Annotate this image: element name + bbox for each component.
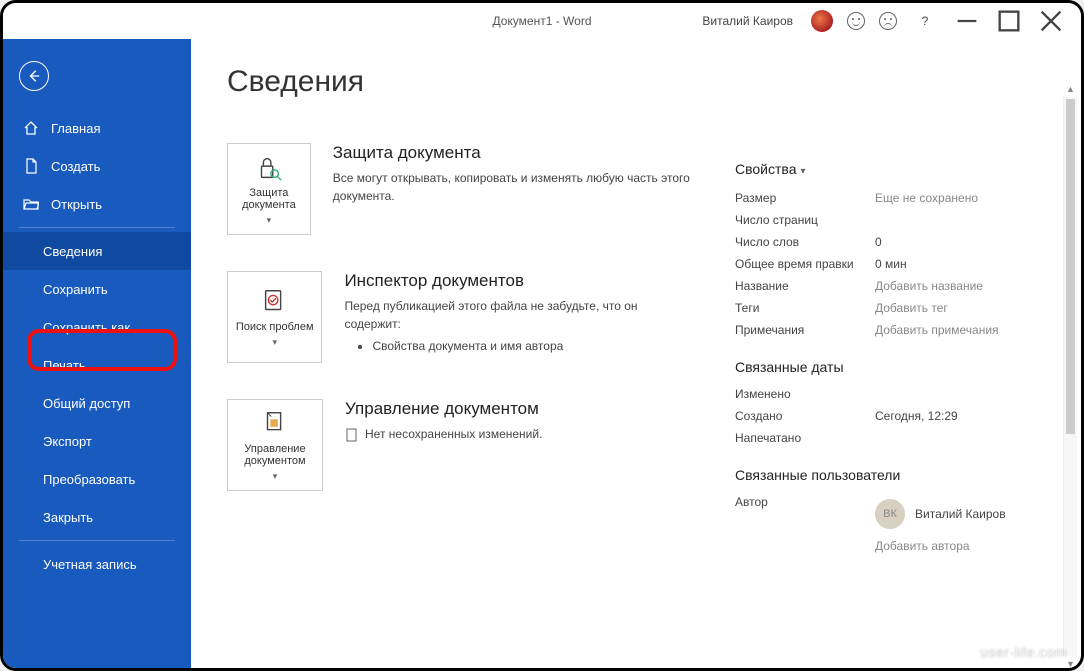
home-icon <box>23 120 39 136</box>
related-people-heading: Связанные пользователи <box>735 467 1045 483</box>
minimize-button[interactable] <box>953 9 981 33</box>
manage-document-tile[interactable]: Управление документом ▾ <box>227 399 323 491</box>
nav-close-label: Закрыть <box>43 510 93 525</box>
nav-save-label: Сохранить <box>43 282 108 297</box>
document-title: Документ1 - Word <box>492 14 591 28</box>
protect-heading: Защита документа <box>333 143 695 163</box>
nav-account-label: Учетная запись <box>43 557 137 572</box>
nav-separator <box>19 540 175 541</box>
help-button[interactable]: ? <box>911 9 939 33</box>
nav-print[interactable]: Печать <box>3 346 191 384</box>
lock-search-icon <box>254 153 284 183</box>
protect-tile-label: Защита документа <box>232 187 306 211</box>
properties-heading-label: Свойства <box>735 161 796 177</box>
manage-section: Управление документом ▾ Управление докум… <box>227 399 695 491</box>
chevron-down-icon: ▾ <box>272 337 277 348</box>
scroll-up-arrow[interactable]: ▲ <box>1064 81 1077 97</box>
nav-info[interactable]: Сведения <box>3 232 191 270</box>
prop-modified-key: Изменено <box>735 387 875 401</box>
protect-section: Защита документа ▾ Защита документа Все … <box>227 143 695 235</box>
prop-size-value: Еще не сохранено <box>875 191 978 205</box>
manage-doc-icon <box>260 409 290 439</box>
nav-close[interactable]: Закрыть <box>3 498 191 536</box>
nav-save-as[interactable]: Сохранить как <box>3 308 191 346</box>
protect-document-tile[interactable]: Защита документа ▾ <box>227 143 311 235</box>
nav-export-label: Экспорт <box>43 434 92 449</box>
prop-created-value: Сегодня, 12:29 <box>875 409 958 423</box>
author-avatar: ВК <box>875 499 905 529</box>
manage-text: Нет несохраненных изменений. <box>345 425 542 443</box>
prop-edittime-key: Общее время правки <box>735 257 875 271</box>
inspect-tile-label: Поиск проблем <box>236 321 314 333</box>
folder-open-icon <box>23 196 39 212</box>
document-icon <box>23 158 39 174</box>
prop-edittime-value: 0 мин <box>875 257 907 271</box>
inspect-text: Перед публикацией этого файла не забудьт… <box>344 297 695 333</box>
nav-save[interactable]: Сохранить <box>3 270 191 308</box>
vertical-scrollbar[interactable]: ▲ ▼ <box>1063 97 1077 656</box>
protect-text: Все могут открывать, копировать и изменя… <box>333 169 695 205</box>
smile-face-icon[interactable] <box>847 12 865 30</box>
chevron-down-icon: ▾ <box>800 166 805 177</box>
sad-face-icon[interactable] <box>879 12 897 30</box>
nav-transform[interactable]: Преобразовать <box>3 460 191 498</box>
nav-new[interactable]: Создать <box>3 147 191 185</box>
manage-heading: Управление документом <box>345 399 542 419</box>
properties-dropdown[interactable]: Свойства ▾ <box>735 161 1045 177</box>
nav-transform-label: Преобразовать <box>43 472 135 487</box>
prop-title-value[interactable]: Добавить название <box>875 279 983 293</box>
nav-open[interactable]: Открыть <box>3 185 191 223</box>
nav-separator <box>19 227 175 228</box>
author-row[interactable]: ВК Виталий Каиров <box>875 499 1006 529</box>
nav-new-label: Создать <box>51 159 100 174</box>
inspect-bullet: Свойства документа и имя автора <box>372 339 695 353</box>
scroll-thumb[interactable] <box>1066 99 1075 434</box>
add-author-link[interactable]: Добавить автора <box>875 539 1006 553</box>
back-button[interactable] <box>19 61 49 91</box>
page-title: Сведения <box>227 65 695 99</box>
inspect-section: Поиск проблем ▾ Инспектор документов Пер… <box>227 271 695 363</box>
document-small-icon <box>345 428 359 442</box>
inspect-icon <box>260 287 290 317</box>
prop-tags-value[interactable]: Добавить тег <box>875 301 948 315</box>
prop-comments-key: Примечания <box>735 323 875 337</box>
prop-author-key: Автор <box>735 495 875 509</box>
nav-share[interactable]: Общий доступ <box>3 384 191 422</box>
manage-tile-label: Управление документом <box>232 443 318 467</box>
content-area: Сведения Защита документа ▾ Защита докум… <box>191 39 1081 668</box>
maximize-button[interactable] <box>995 9 1023 33</box>
nav-share-label: Общий доступ <box>43 396 130 411</box>
nav-home[interactable]: Главная <box>3 109 191 147</box>
nav-print-label: Печать <box>43 358 86 373</box>
prop-pages-key: Число страниц <box>735 213 875 227</box>
user-name[interactable]: Виталий Каиров <box>702 14 793 28</box>
nav-home-label: Главная <box>51 121 100 136</box>
prop-created-key: Создано <box>735 409 875 423</box>
inspect-heading: Инспектор документов <box>344 271 695 291</box>
author-name: Виталий Каиров <box>915 507 1006 521</box>
prop-comments-value[interactable]: Добавить примечания <box>875 323 999 337</box>
nav-save-as-label: Сохранить как <box>43 320 130 335</box>
prop-size-key: Размер <box>735 191 875 205</box>
check-issues-tile[interactable]: Поиск проблем ▾ <box>227 271 322 363</box>
chevron-down-icon: ▾ <box>273 471 278 482</box>
watermark: user-life.com <box>980 644 1067 660</box>
nav-export[interactable]: Экспорт <box>3 422 191 460</box>
close-button[interactable] <box>1037 9 1065 33</box>
nav-info-label: Сведения <box>43 244 102 259</box>
user-avatar[interactable] <box>811 10 833 32</box>
prop-words-value: 0 <box>875 235 882 249</box>
related-dates-heading: Связанные даты <box>735 359 1045 375</box>
prop-printed-key: Напечатано <box>735 431 875 445</box>
prop-tags-key: Теги <box>735 301 875 315</box>
backstage-sidebar: Главная Создать Открыть Сведения Сохрани… <box>3 39 191 668</box>
prop-title-key: Название <box>735 279 875 293</box>
prop-words-key: Число слов <box>735 235 875 249</box>
nav-open-label: Открыть <box>51 197 102 212</box>
chevron-down-icon: ▾ <box>267 215 272 226</box>
titlebar: Документ1 - Word Виталий Каиров ? <box>3 3 1081 39</box>
nav-account[interactable]: Учетная запись <box>3 545 191 583</box>
